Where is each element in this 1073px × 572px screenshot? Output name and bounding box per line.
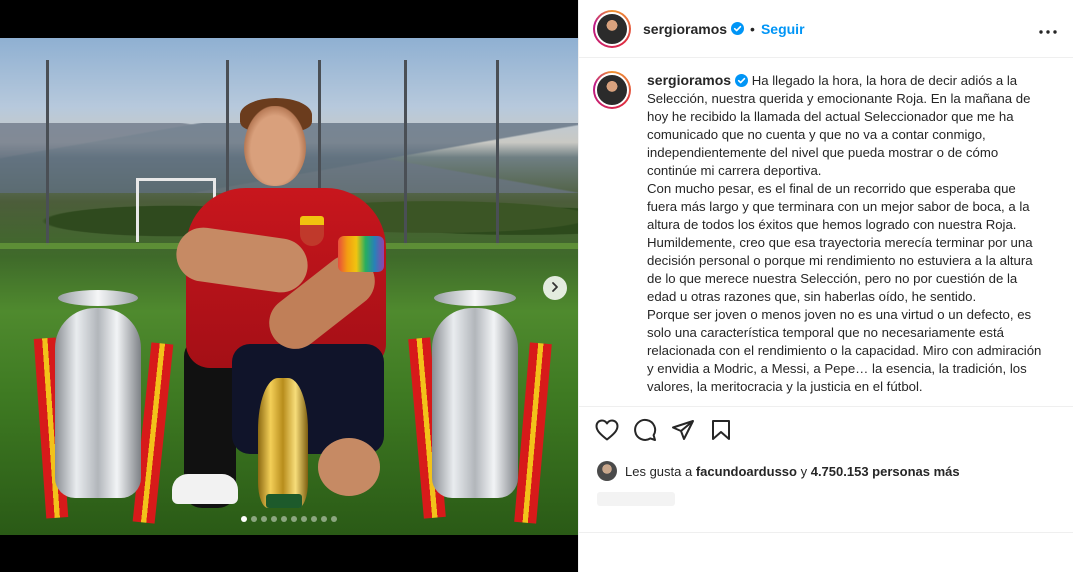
share-button[interactable] [665,414,701,450]
carousel-dot [261,516,267,522]
floodlight-pole [46,60,49,245]
euro-trophy-left [55,308,141,498]
separator-dot: • [750,20,755,37]
post-timestamp-placeholder [597,492,675,506]
trophy-rim [58,290,138,306]
captain-armband [338,236,384,272]
verified-badge-icon [735,74,749,87]
carousel-dot [321,516,327,522]
player-shorts [232,344,384,454]
liked-by-username[interactable]: facundoardusso [696,464,797,479]
more-options-icon [1039,21,1057,37]
chevron-right-icon [549,280,561,296]
likes-summary[interactable]: Les gusta a facundoardusso y 4.750.153 p… [597,461,960,481]
story-ring[interactable] [593,9,631,48]
caption-row: sergioramos Ha llegado la hora, la hora … [593,71,1059,396]
avatar [595,73,629,107]
carousel-dot [241,516,247,522]
carousel-dot [281,516,287,522]
post-details-panel: sergioramos • Seguir sergioramos Ha lleg… [578,0,1073,572]
verified-badge-icon [731,22,745,35]
more-options-button[interactable] [1037,18,1059,40]
player-boot [172,474,238,504]
story-ring[interactable] [593,71,631,109]
heart-icon [595,419,619,444]
caption-text: Ha llegado la hora, la hora de decir adi… [647,73,1042,394]
carousel-dot [291,516,297,522]
likes-prefix: Les gusta a [625,463,693,479]
carousel-dot [251,516,257,522]
carousel-dot [271,516,277,522]
carousel-next-button[interactable] [543,276,567,300]
comments-area[interactable]: sergioramos Ha llegado la hora, la hora … [579,59,1073,405]
add-comment-bar[interactable] [579,532,1073,572]
likes-joiner: y [800,463,808,479]
follow-button[interactable]: Seguir [761,21,805,37]
share-icon [671,419,695,444]
post-caption: sergioramos Ha llegado la hora, la hora … [647,71,1042,396]
euro-trophy-right [432,308,518,498]
floodlight-pole [496,60,499,245]
carousel-indicator [0,516,578,522]
comment-icon [633,418,657,445]
comment-button[interactable] [627,414,663,450]
world-cup-base [266,494,302,508]
avatar [597,461,617,481]
trophy-rim [434,290,516,306]
avatar [595,11,629,46]
bookmark-icon [711,419,731,444]
action-bar [579,406,1073,456]
trophy-ribbon [514,342,552,524]
post-header: sergioramos • Seguir [579,0,1073,58]
player-knee [318,438,380,496]
carousel-dot [311,516,317,522]
likes-count[interactable]: 4.750.153 personas más [811,464,960,479]
jersey-crest [300,216,324,246]
author-username[interactable]: sergioramos [643,21,727,37]
caption-username[interactable]: sergioramos [647,72,731,88]
post-photo[interactable] [0,38,578,535]
floodlight-pole [404,60,407,245]
save-button[interactable] [703,414,739,450]
post-media [0,0,578,572]
like-button[interactable] [589,414,625,450]
carousel-dot [331,516,337,522]
world-cup-trophy [258,378,308,508]
carousel-dot [301,516,307,522]
player-head [244,106,306,186]
